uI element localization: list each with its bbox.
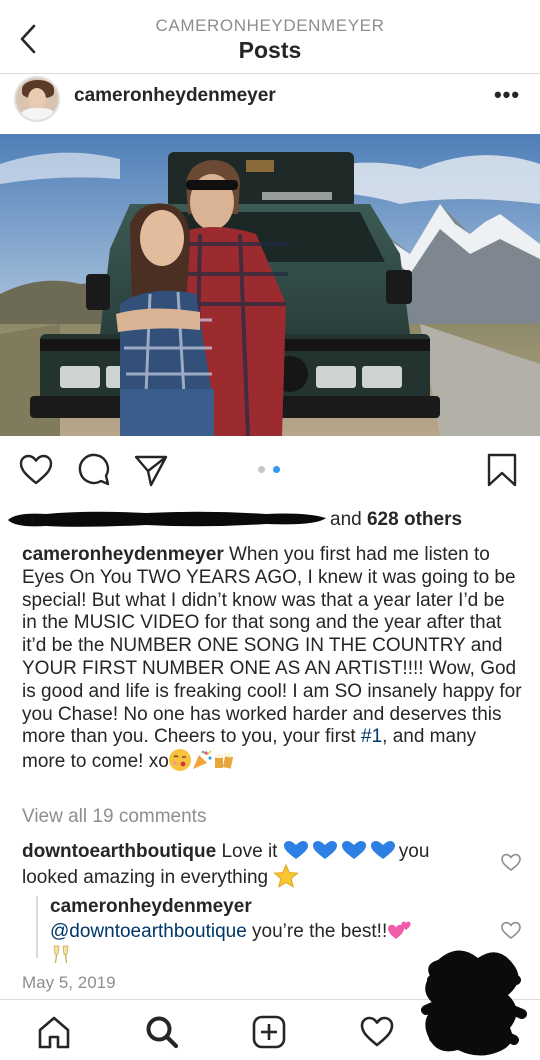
carousel-indicator xyxy=(258,466,284,474)
view-all-comments-link[interactable]: View all 19 comments xyxy=(22,806,206,828)
caption-hashtag[interactable]: #1 xyxy=(361,726,382,747)
redaction-scribble xyxy=(421,950,527,1056)
reply-text: you’re the best!! xyxy=(246,920,388,942)
caption-text: When you first had me listen to Eyes On … xyxy=(22,544,522,748)
post-actions xyxy=(0,448,540,492)
reply-thread-line xyxy=(36,896,38,958)
post-header: cameronheydenmeyer ••• xyxy=(0,74,540,134)
likes-prefix: and xyxy=(330,509,367,530)
carousel-dot xyxy=(258,466,265,473)
blue-heart-emoji-icon xyxy=(312,841,337,859)
heart-activity-icon[interactable] xyxy=(359,1014,395,1050)
page-title: Posts xyxy=(238,37,302,63)
comment: downtoearthboutique Love it you looked a… xyxy=(22,840,472,890)
likes-line: and 628 others xyxy=(0,506,540,534)
post-date: May 5, 2019 xyxy=(22,973,116,992)
comment-bubble-icon[interactable] xyxy=(76,452,112,488)
like-comment-heart-icon[interactable] xyxy=(500,852,522,872)
likes-others: 628 others xyxy=(366,509,463,530)
redaction-mark xyxy=(8,511,326,527)
reply-username[interactable]: cameronheydenmeyer xyxy=(50,896,252,917)
comment-username[interactable]: downtoearthboutique xyxy=(22,841,216,862)
blue-heart-emoji-icon xyxy=(341,841,366,859)
avatar[interactable] xyxy=(14,76,60,122)
profile-owner-label: CAMERONHEYDENMEYER xyxy=(155,16,385,35)
beer-mugs-emoji-icon xyxy=(213,749,235,771)
add-post-icon[interactable] xyxy=(251,1014,287,1050)
comment-text: Love it xyxy=(216,841,283,862)
star-emoji-icon xyxy=(273,863,300,888)
two-hearts-emoji-icon xyxy=(388,921,411,939)
reply-mention[interactable]: @downtoearthboutique xyxy=(50,921,247,942)
home-icon[interactable] xyxy=(36,1014,72,1050)
heart-outline-icon[interactable] xyxy=(18,452,54,488)
like-reply-heart-icon[interactable] xyxy=(500,920,522,940)
carousel-dot-active xyxy=(273,466,280,473)
post-caption: cameronheydenmeyer When you first had me… xyxy=(22,544,522,774)
top-bar: CAMERONHEYDENMEYER Posts xyxy=(0,0,540,74)
party-popper-emoji-icon xyxy=(191,749,213,771)
comment-reply: cameronheydenmeyer @downtoearthboutique … xyxy=(50,896,462,972)
post-username[interactable]: cameronheydenmeyer xyxy=(74,85,276,107)
caption-username[interactable]: cameronheydenmeyer xyxy=(22,544,224,565)
blue-heart-emoji-icon xyxy=(283,841,308,859)
post-photo[interactable] xyxy=(0,134,540,436)
champagne-glasses-emoji-icon xyxy=(53,945,69,963)
bookmark-icon[interactable] xyxy=(484,452,520,488)
paper-plane-icon[interactable] xyxy=(133,452,169,488)
likes-count[interactable]: and 628 others xyxy=(330,509,462,531)
search-icon[interactable] xyxy=(144,1014,180,1050)
blue-heart-emoji-icon xyxy=(370,841,395,859)
kiss-face-emoji-icon xyxy=(168,749,191,772)
more-options-icon[interactable]: ••• xyxy=(490,82,524,108)
post-photo-image xyxy=(0,134,540,436)
